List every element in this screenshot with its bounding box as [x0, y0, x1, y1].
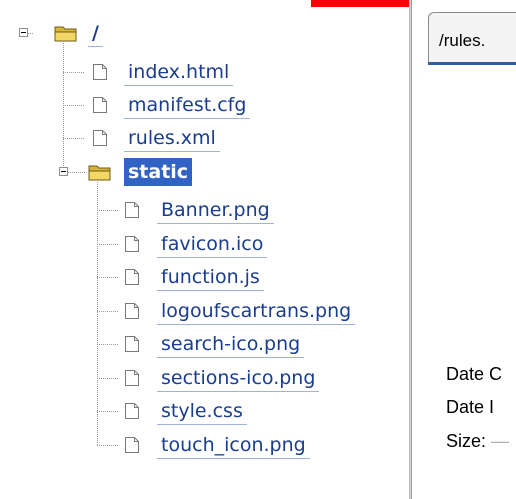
tree-connector — [63, 138, 85, 139]
tree-connector — [97, 182, 98, 445]
tree-node-file[interactable]: index.html — [124, 58, 234, 86]
tree-connector — [68, 172, 86, 173]
details-panel: /rules. Date C Date I Size: — — [412, 0, 516, 499]
tree-connector — [97, 344, 119, 345]
tree-node-file[interactable]: manifest.cfg — [124, 91, 251, 119]
tree-node-file[interactable]: touch_icon.png — [157, 431, 310, 459]
collapse-root-toggle[interactable] — [19, 28, 28, 37]
tree-node-file[interactable]: favicon.ico — [157, 230, 268, 258]
tree-node-file[interactable]: Banner.png — [157, 196, 274, 224]
tree-connector — [63, 72, 85, 73]
tree-connector — [97, 244, 119, 245]
tree-connector — [63, 43, 64, 172]
file-icon — [124, 369, 140, 387]
file-icon — [124, 268, 140, 286]
tree-node-file[interactable]: rules.xml — [124, 124, 220, 152]
tree-node-file[interactable]: function.js — [157, 263, 264, 291]
tree-node-static[interactable]: static — [124, 158, 193, 186]
size-label: Size: — [446, 431, 487, 451]
tree-node-file[interactable]: style.css — [157, 397, 247, 425]
folder-open-icon — [54, 24, 78, 42]
collapse-static-toggle[interactable] — [59, 167, 68, 176]
file-icon — [124, 335, 140, 353]
tree-node-root[interactable]: / — [88, 19, 103, 47]
file-icon — [92, 63, 108, 81]
tree-connector — [97, 311, 119, 312]
date-modified-label: Date I — [446, 397, 495, 417]
file-icon — [124, 235, 140, 253]
file-icon — [124, 302, 140, 320]
file-icon — [124, 201, 140, 219]
date-created-label: Date C — [446, 364, 503, 384]
file-icon — [92, 129, 108, 147]
tree-connector — [97, 411, 119, 412]
tree-connector — [28, 33, 34, 34]
tree-connector — [97, 378, 119, 379]
tab-rules[interactable]: /rules. — [428, 12, 516, 64]
size-row: Size: — — [446, 431, 509, 452]
tree-node-file[interactable]: sections-ico.png — [157, 364, 320, 392]
folder-open-icon — [88, 163, 112, 181]
file-tree-panel: / index.html manifest.cfg rules.xml static Ba… — [0, 7, 409, 499]
tab-active-indicator — [428, 62, 516, 65]
tree-node-file[interactable]: search-ico.png — [157, 330, 305, 358]
tree-connector — [63, 105, 85, 106]
tree-connector — [97, 445, 119, 446]
tree-connector — [97, 210, 119, 211]
tree-node-file[interactable]: logoufscartrans.png — [157, 297, 356, 325]
file-icon — [124, 436, 140, 454]
file-icon — [124, 402, 140, 420]
file-icon — [92, 96, 108, 114]
tree-connector — [97, 277, 119, 278]
size-value: — — [491, 431, 510, 451]
